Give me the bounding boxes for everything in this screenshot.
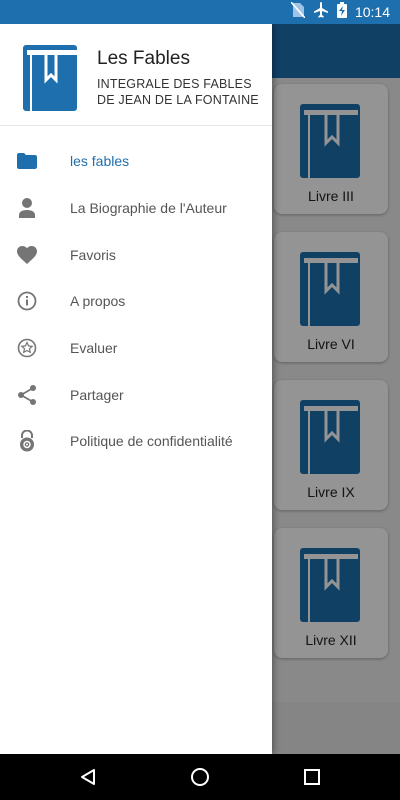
menu-item-label: Politique de confidentialité <box>70 433 233 450</box>
folder-icon <box>17 151 37 171</box>
menu-item-favoris[interactable]: Favoris <box>0 231 272 278</box>
system-nav-bar <box>0 754 400 800</box>
drawer-header: Les Fables INTEGRALE DES FABLES DE JEAN … <box>0 24 272 126</box>
status-time: 10:14 <box>354 4 390 20</box>
drawer-menu: les fables La Biographie de l'Auteur Fav… <box>0 138 272 465</box>
no-sim-icon <box>290 0 306 23</box>
status-bar: 10:14 <box>0 0 400 24</box>
navigation-drawer: Les Fables INTEGRALE DES FABLES DE JEAN … <box>0 24 272 754</box>
share-icon <box>17 384 37 405</box>
status-icons: 10:14 <box>290 0 390 24</box>
info-icon <box>17 291 37 311</box>
drawer-subtitle: INTEGRALE DES FABLES DE JEAN DE LA FONTA… <box>97 77 259 107</box>
airplane-mode-icon <box>313 1 329 23</box>
menu-item-les-fables[interactable]: les fables <box>0 138 272 185</box>
star-rate-icon <box>17 338 37 358</box>
menu-item-partager[interactable]: Partager <box>0 371 272 418</box>
battery-charging-icon <box>336 1 347 23</box>
menu-item-label: les fables <box>70 153 130 170</box>
menu-item-politique[interactable]: Politique de confidentialité <box>0 418 272 465</box>
menu-item-label: La Biographie de l'Auteur <box>70 200 227 217</box>
recents-icon[interactable] <box>299 764 325 790</box>
menu-item-evaluer[interactable]: Evaluer <box>0 325 272 372</box>
menu-item-label: Evaluer <box>70 340 118 357</box>
menu-item-label: Favoris <box>70 246 116 263</box>
home-icon[interactable] <box>187 764 213 790</box>
person-icon <box>17 198 37 219</box>
drawer-title: Les Fables <box>97 48 190 69</box>
back-icon[interactable] <box>76 764 102 790</box>
app-logo-book-icon <box>22 44 78 117</box>
privacy-lock-icon <box>17 430 37 452</box>
menu-item-biographie[interactable]: La Biographie de l'Auteur <box>0 185 272 232</box>
menu-item-a-propos[interactable]: A propos <box>0 278 272 325</box>
heart-icon <box>17 245 37 265</box>
menu-item-label: Partager <box>70 386 124 403</box>
menu-item-label: A propos <box>70 293 126 310</box>
